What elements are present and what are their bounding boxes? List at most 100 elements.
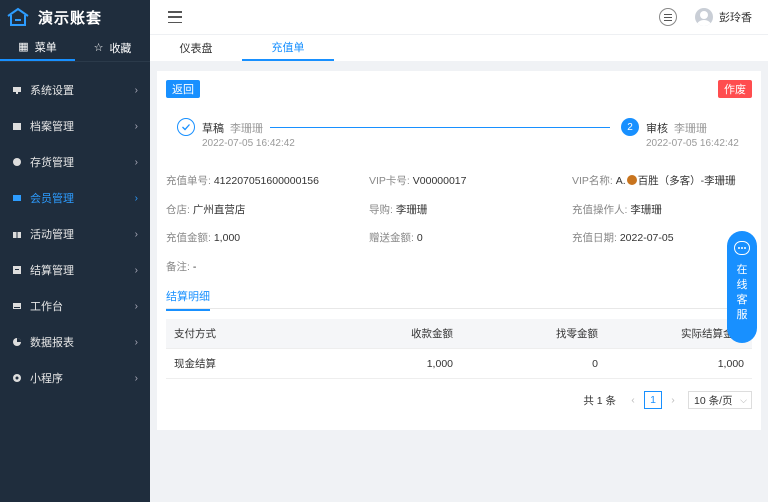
sidebar-item-label: 系统设置 — [30, 85, 74, 97]
step-draft-title: 草稿 — [202, 123, 224, 135]
field-value: V00000017 — [412, 175, 467, 187]
gift-icon — [13, 230, 21, 238]
gift-field: 赠送金额: 0 — [369, 230, 423, 245]
sidebar-item-label: 档案管理 — [30, 121, 74, 133]
top-bar: 彭玲香 — [150, 0, 768, 34]
sidebar-item-label: 数据报表 — [30, 337, 74, 349]
operator-field: 充值操作人: 李珊珊 — [572, 202, 662, 217]
grid-icon: ▦ — [18, 41, 29, 53]
member-card-icon — [13, 195, 21, 201]
field-value: A. — [615, 175, 626, 187]
field-value: 0 — [416, 232, 423, 244]
chevron-right-icon: › — [134, 120, 138, 132]
table-cell: 1,000 — [426, 357, 453, 370]
sidebar-item-miniapp[interactable]: 小程序 › — [0, 360, 150, 396]
column-header: 支付方式 — [174, 328, 216, 340]
mini-app-icon — [13, 374, 21, 382]
field-label: VIP名称: — [572, 175, 613, 187]
tab-favorites[interactable]: ☆ 收藏 — [75, 34, 150, 61]
sidebar-item-reports[interactable]: 数据报表 › — [0, 324, 150, 360]
field-label: 充值单号: — [166, 175, 211, 187]
field-label: 备注: — [166, 261, 190, 273]
back-button[interactable]: 返回 — [166, 80, 200, 98]
tab-recharge[interactable]: 充值单 — [242, 35, 334, 61]
sidebar-item-member[interactable]: 会员管理 › — [0, 180, 150, 216]
page-size-value: 10 条/页 — [694, 394, 733, 407]
chat-bubble-icon — [734, 241, 750, 255]
step-draft-user: 李珊珊 — [230, 123, 263, 135]
sidebar-item-inventory[interactable]: 存货管理 › — [0, 144, 150, 180]
table-row: 现金结算 1,000 0 1,000 — [166, 349, 752, 379]
store-field: 仓店: 广州直营店 — [166, 202, 245, 217]
sidebar-item-label: 存货管理 — [30, 157, 74, 169]
page-tabs: 仪表盘 充值单 — [150, 34, 768, 61]
step-draft-time: 2022-07-05 16:42:42 — [202, 138, 295, 149]
tab-dashboard[interactable]: 仪表盘 — [150, 35, 242, 61]
chevron-right-icon: › — [134, 300, 138, 312]
sidebar-item-archive[interactable]: 档案管理 › — [0, 108, 150, 144]
sidebar-item-activity[interactable]: 活动管理 › — [0, 216, 150, 252]
remark-field: 备注: - — [166, 259, 196, 274]
service-char: 服 — [736, 309, 748, 321]
vip-name-field: VIP名称: A. 百胜（多客）-李珊珊 — [572, 173, 736, 188]
star-icon: ☆ — [93, 42, 104, 54]
brand: 演示账套 — [0, 0, 150, 34]
order-no-field: 充值单号: 412207051600000156 — [166, 173, 319, 188]
service-char: 客 — [736, 294, 748, 306]
step-connector — [270, 127, 610, 128]
table-cell: 0 — [592, 357, 598, 370]
chevron-left-icon[interactable]: ‹ — [626, 394, 640, 406]
field-label: 赠送金额: — [369, 232, 414, 244]
sidebar-item-label: 小程序 — [30, 373, 63, 385]
more-menu-icon[interactable] — [659, 8, 677, 26]
online-service-label: 在 线 客 服 — [737, 263, 748, 323]
chevron-right-icon: › — [134, 192, 138, 204]
sidebar-item-label: 工作台 — [30, 301, 63, 313]
table-header-row: 支付方式 收款金额 找零金额 实际结算金额 — [166, 319, 752, 349]
sidebar-item-system[interactable]: 系统设置 › — [0, 72, 150, 108]
amount-field: 充值金额: 1,000 — [166, 230, 240, 245]
page-number-button[interactable]: 1 — [644, 391, 662, 409]
step-review: 审核 李珊珊 — [646, 120, 707, 136]
field-value: 1,000 — [213, 232, 241, 244]
field-value: 百胜（多客）-李珊珊 — [637, 175, 736, 187]
vip-card-field: VIP卡号: V00000017 — [369, 173, 467, 188]
chevron-right-icon: › — [134, 372, 138, 384]
divider — [166, 308, 752, 309]
box-icon — [13, 158, 21, 166]
field-label: 充值金额: — [166, 232, 211, 244]
field-label: VIP卡号: — [369, 175, 410, 187]
pagination: 共 1 条 ‹ 1 › 10 条/页 ⌵ — [583, 391, 752, 409]
chevron-right-icon: › — [134, 156, 138, 168]
sidebar-tabs: ▦ 菜单 ☆ 收藏 — [0, 34, 150, 62]
field-value: 李珊珊 — [395, 204, 428, 216]
field-label: 充值操作人: — [572, 204, 628, 216]
folder-icon — [13, 123, 21, 130]
column-header: 找零金额 — [556, 328, 598, 340]
sidebar-item-label: 活动管理 — [30, 229, 74, 241]
chevron-right-icon[interactable]: › — [666, 394, 680, 406]
field-label: 充值日期: — [572, 232, 617, 244]
sidebar-item-label: 结算管理 — [30, 265, 74, 277]
online-service-button[interactable]: 在 线 客 服 — [727, 231, 757, 343]
username[interactable]: 彭玲香 — [719, 9, 752, 25]
void-button[interactable]: 作废 — [718, 80, 752, 98]
sidebar-item-workbench[interactable]: 工作台 › — [0, 288, 150, 324]
service-char: 在 — [736, 264, 748, 276]
chevron-down-icon: ⌵ — [740, 394, 747, 405]
step-draft: 草稿 李珊珊 — [202, 120, 263, 136]
page-size-select[interactable]: 10 条/页 ⌵ — [688, 391, 752, 409]
column-header: 收款金额 — [411, 328, 453, 340]
field-label: 仓店: — [166, 204, 190, 216]
chevron-right-icon: › — [134, 336, 138, 348]
step-review-title: 审核 — [646, 123, 668, 135]
collapse-menu-icon[interactable] — [168, 11, 182, 23]
sidebar-item-settlement[interactable]: 结算管理 › — [0, 252, 150, 288]
chevron-right-icon: › — [134, 264, 138, 276]
table-cell: 现金结算 — [174, 358, 216, 370]
avatar[interactable] — [695, 8, 713, 26]
field-value: 李珊珊 — [630, 204, 662, 216]
pie-icon — [13, 338, 21, 346]
tab-menu[interactable]: ▦ 菜单 — [0, 34, 75, 61]
chevron-right-icon: › — [134, 228, 138, 240]
